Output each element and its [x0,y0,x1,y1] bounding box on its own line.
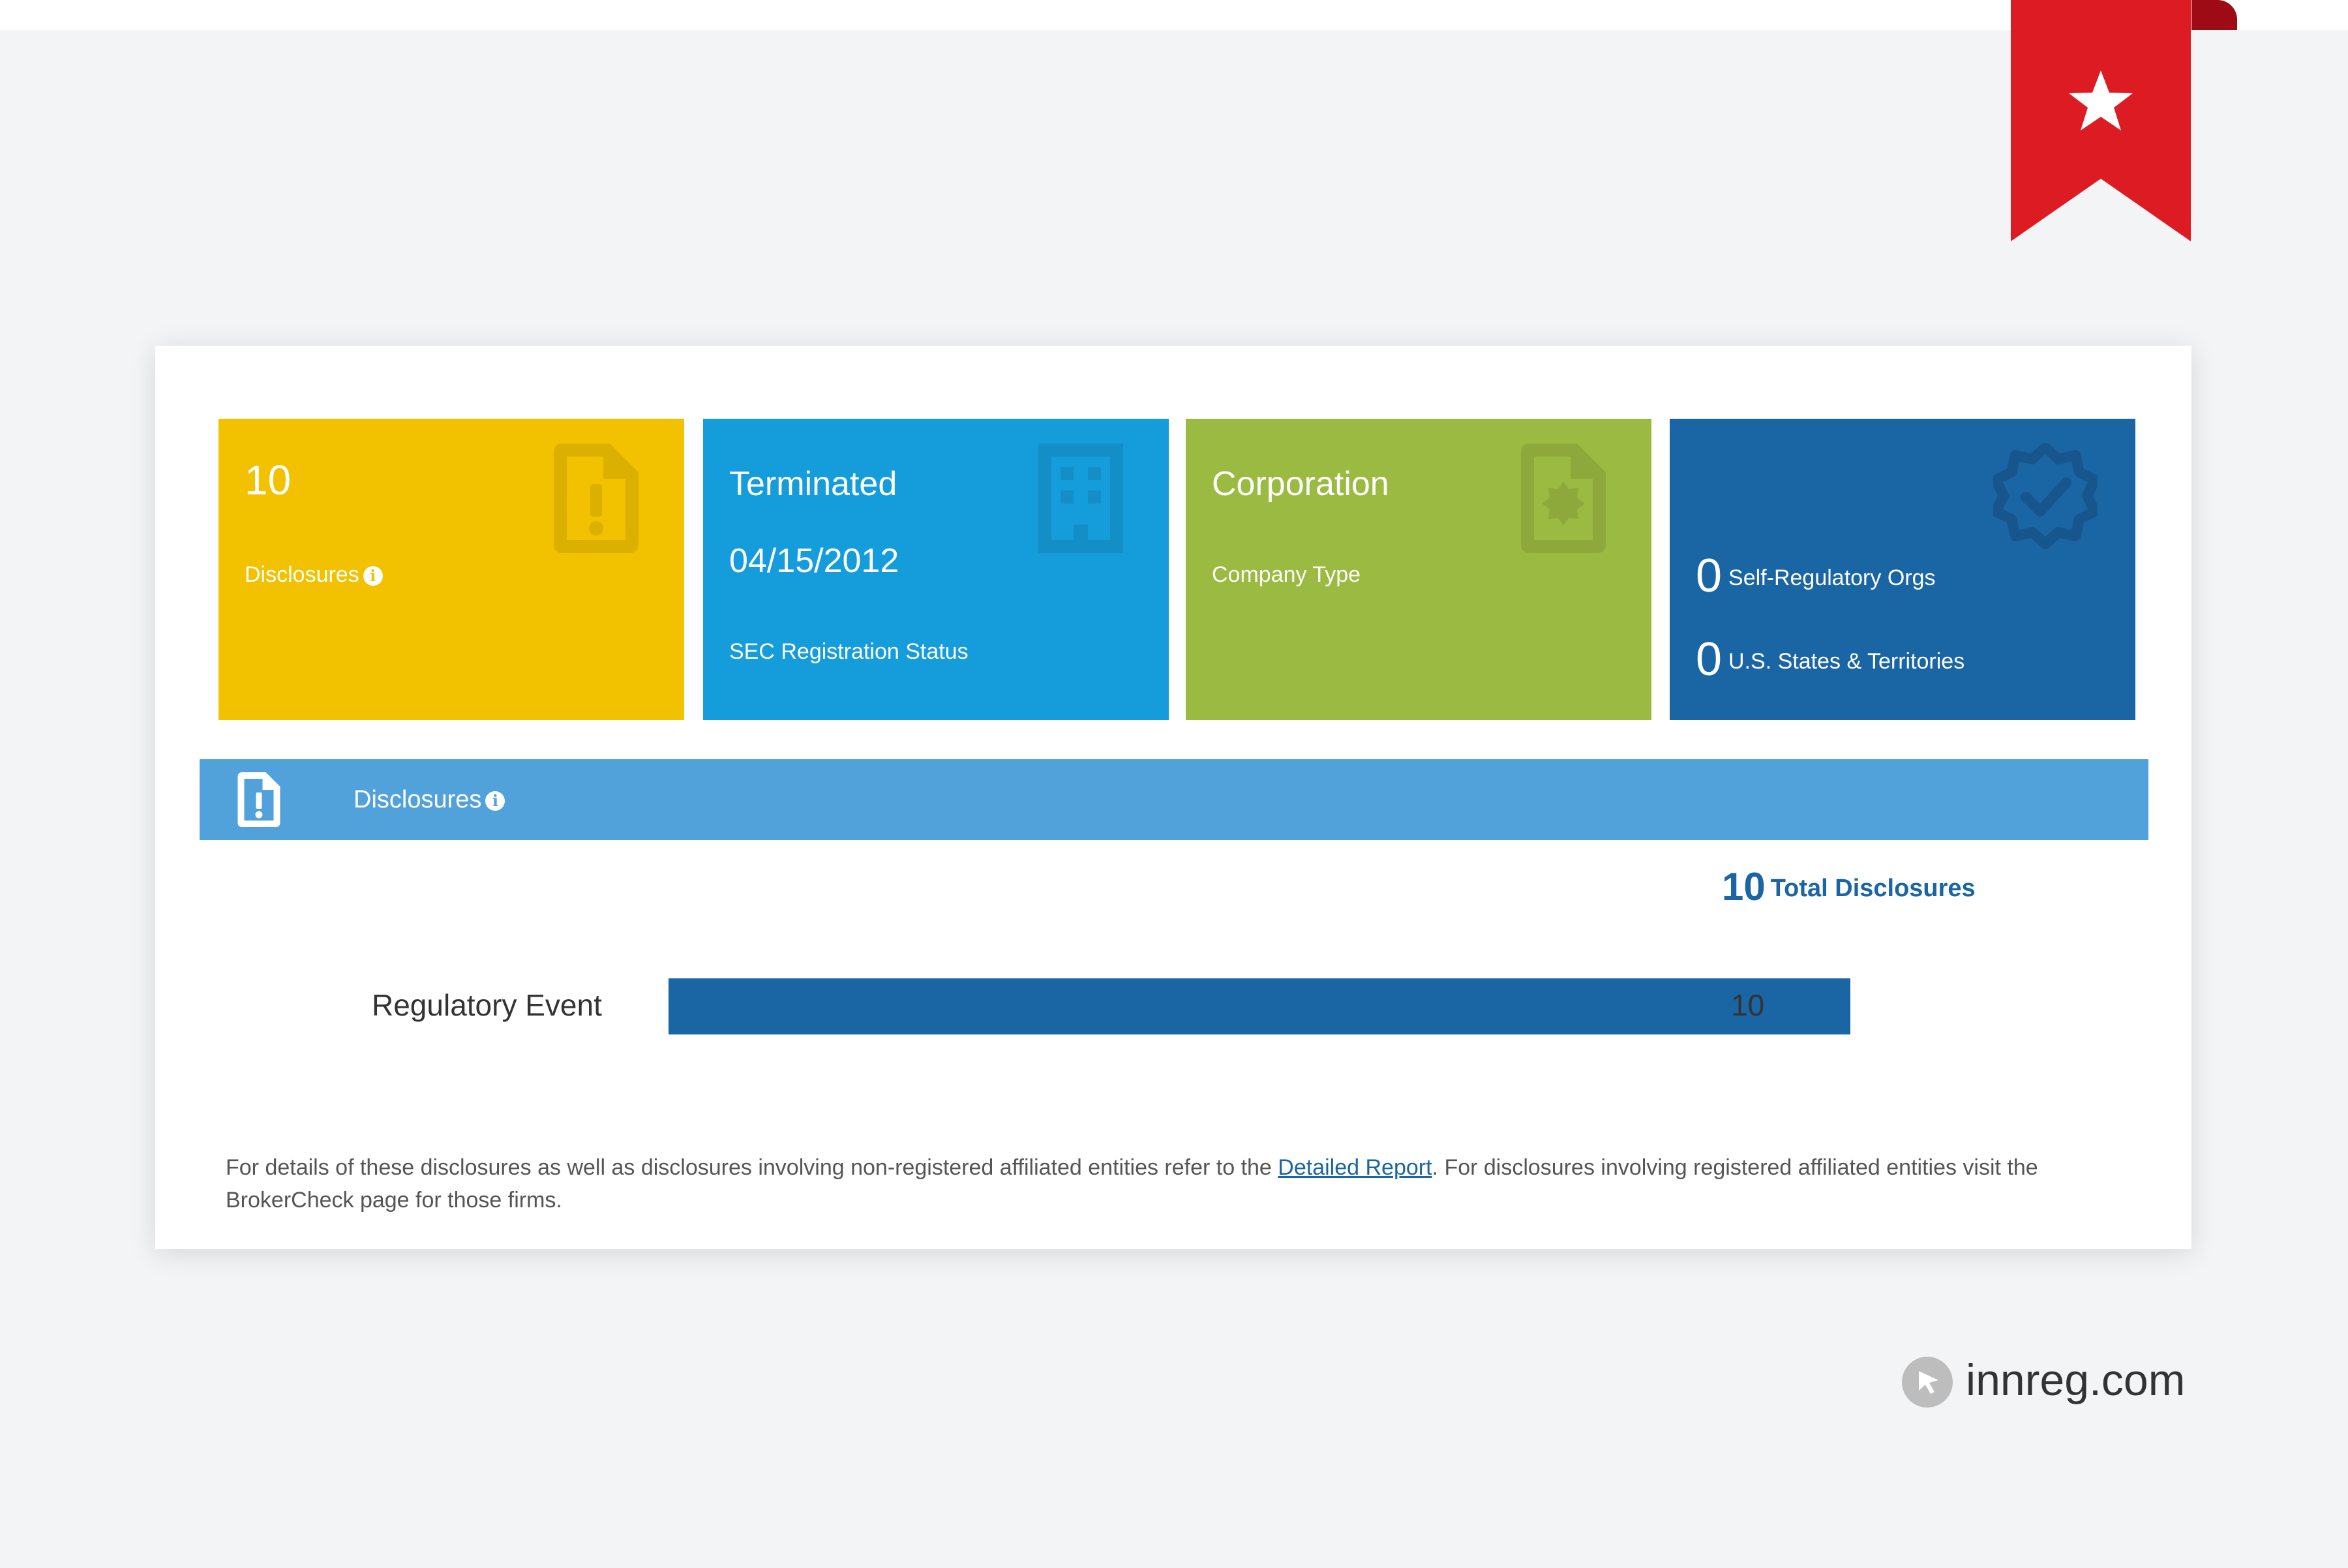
sec-registration-tile: Terminated 04/15/2012 SEC Registration S… [703,419,1169,720]
sro-row: 0 Self-Regulatory Orgs [1696,552,1936,599]
registration-date: 04/15/2012 [729,542,899,580]
chart-bar-track [669,978,1850,1034]
disclosures-section-title-row: Disclosures i [354,787,505,812]
total-disclosures: 10 Total Disclosures [1722,864,1976,909]
registration-status: Terminated [729,465,897,503]
states-label: U.S. States & Territories [1728,649,1965,674]
disclosures-label-row: Disclosures i [245,564,383,586]
company-type-tile: Corporation Company Type [1186,419,1651,720]
certificate-document-icon [1521,444,1606,553]
verified-badge-icon [1993,444,2098,549]
sro-count: 0 [1696,550,1723,602]
chart-category-label: Regulatory Event [372,988,602,1022]
disclosures-count: 10 [245,457,292,504]
states-row: 0 U.S. States & Territories [1696,636,1964,683]
cursor-logo-icon [1902,1357,1953,1408]
registration-label: SEC Registration Status [729,639,969,664]
states-count: 0 [1696,633,1723,686]
brand-text: innreg.com [1966,1355,2186,1405]
document-alert-icon [554,444,639,553]
disclosures-tile[interactable]: 10 Disclosures i [218,419,684,720]
chart-bar-regulatory-event[interactable] [669,978,1850,1034]
sro-label: Self-Regulatory Orgs [1728,565,1936,590]
info-icon[interactable]: i [485,791,505,811]
firm-summary-card: 10 Disclosures i Terminated 04/15/2012 SE… [155,346,2191,1249]
disclosures-section-title: Disclosures [354,786,482,813]
building-icon [1038,444,1123,553]
disclosures-section-header: Disclosures i [200,759,2148,840]
chart-bar-value: 10 [1731,988,1765,1022]
disclosures-label: Disclosures [245,562,359,587]
company-type: Corporation [1212,465,1389,503]
company-type-label: Company Type [1212,562,1361,587]
footnote-text-before: For details of these disclosures as well… [226,1155,1278,1180]
bookmark-ribbon-icon [2011,0,2191,241]
total-disclosures-count: 10 [1722,865,1766,909]
total-disclosures-label: Total Disclosures [1770,875,1976,902]
registrations-tile: 0 Self-Regulatory Orgs 0 U.S. States & Ter… [1670,419,2135,720]
top-strip [0,0,2348,30]
footnote: For details of these disclosures as well… [226,1151,2156,1216]
detailed-report-link[interactable]: Detailed Report [1278,1155,1432,1180]
info-icon[interactable]: i [363,566,383,586]
document-alert-icon [237,772,280,827]
